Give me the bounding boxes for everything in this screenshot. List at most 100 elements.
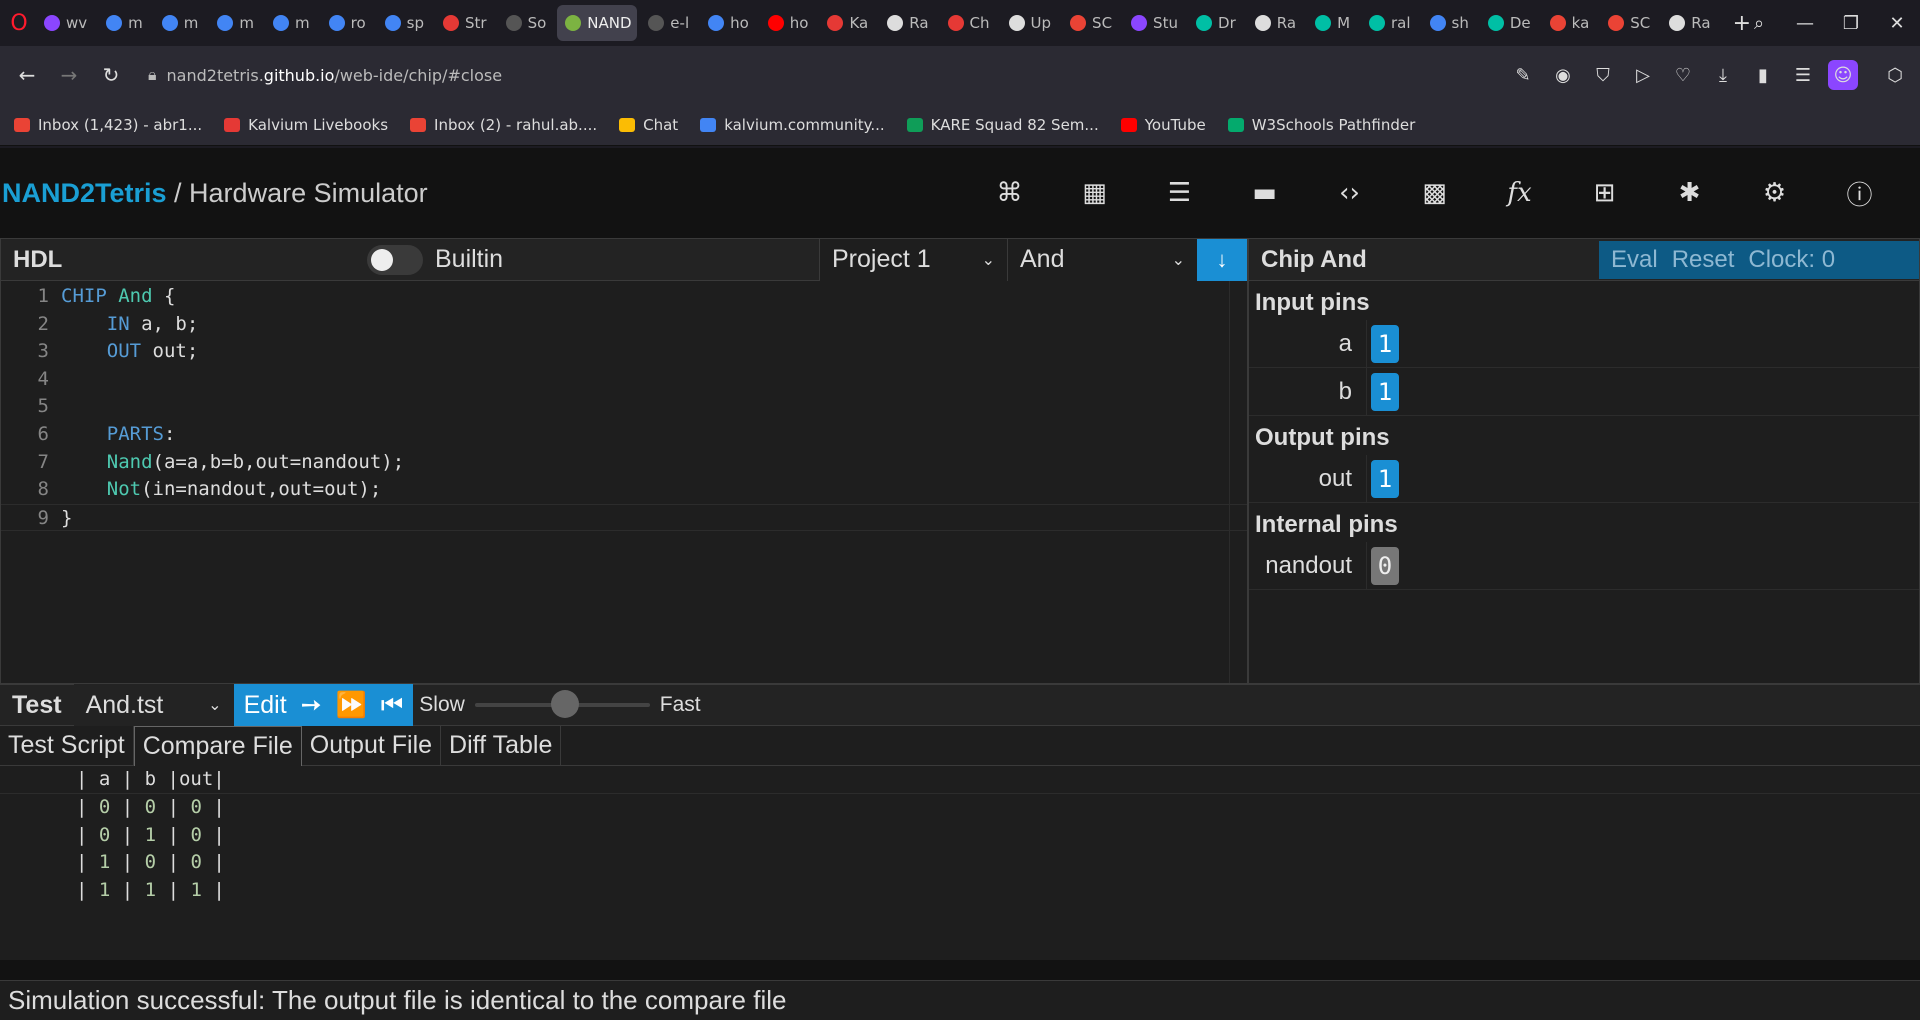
browser-tab[interactable]: Str — [435, 5, 495, 41]
eval-button[interactable]: Eval — [1611, 246, 1658, 274]
code-editor[interactable]: 1 CHIP And {2 IN a, b; 3 OUT out; 4 5 6 PARTS… — [1, 281, 1247, 532]
run-icon[interactable]: ⏩ — [336, 691, 367, 720]
browser-tab[interactable]: NAND — [557, 5, 638, 41]
test-tabs: Test Script Compare File Output File Diff T… — [0, 725, 1920, 766]
menu-icon[interactable]: ☰ — [1788, 60, 1818, 90]
browser-tab[interactable]: ka — [1542, 5, 1598, 41]
browser-tab[interactable]: Up — [1001, 5, 1060, 41]
heart-icon[interactable]: ♡ — [1668, 60, 1698, 90]
browser-tab[interactable]: ro — [321, 5, 374, 41]
edit-button[interactable]: Edit — [244, 691, 287, 720]
pin-row: b1 — [1249, 368, 1919, 416]
chip-select[interactable]: And ⌄ — [1007, 238, 1197, 281]
bookmark-item[interactable]: YouTube — [1120, 115, 1206, 134]
project-select[interactable]: Project 1 ⌄ — [819, 238, 1007, 281]
book-icon[interactable]: ⊞ — [1582, 171, 1627, 216]
bookmark-item[interactable]: KARE Squad 82 Sem... — [906, 116, 1099, 134]
browser-tab[interactable]: SC — [1600, 5, 1658, 41]
gear-icon[interactable]: ⚙ — [1752, 171, 1797, 216]
reload-button[interactable]: ↻ — [94, 58, 128, 92]
bookmark-item[interactable]: Kalvium Livebooks — [224, 116, 388, 134]
editor-scrollbar[interactable] — [1229, 281, 1247, 683]
test-file-select[interactable]: And.tst ⌄ — [73, 684, 234, 726]
compare-header: | a | b |out| — [0, 766, 1920, 794]
browser-tab[interactable]: wv — [36, 5, 95, 41]
browser-tab[interactable]: m — [98, 5, 151, 41]
browser-tab[interactable]: Ra — [1661, 5, 1718, 41]
browser-tab[interactable]: SC — [1062, 5, 1120, 41]
cpu-icon[interactable]: ▦ — [1072, 171, 1117, 216]
bookmark-item[interactable]: Chat — [619, 116, 678, 134]
browser-tab[interactable]: So — [498, 5, 555, 41]
rewind-icon[interactable]: ⏮ — [381, 691, 404, 720]
opera-logo-icon[interactable]: O — [6, 11, 32, 36]
chevron-down-icon: ⌄ — [981, 251, 995, 269]
list-icon[interactable]: ☰ — [1157, 171, 1202, 216]
test-tab[interactable]: Diff Table — [441, 725, 562, 766]
play-icon[interactable]: ▷ — [1628, 60, 1658, 90]
browser-tab[interactable]: Ra — [1247, 5, 1304, 41]
speed-slider[interactable] — [474, 690, 650, 718]
bookmark-item[interactable]: kalvium.community... — [700, 116, 885, 134]
function-icon[interactable]: fx — [1497, 171, 1542, 216]
bookmark-item[interactable]: Inbox (2) - rahul.ab.... — [410, 116, 597, 134]
edit-icon[interactable]: ✎ — [1508, 60, 1538, 90]
browser-tab[interactable]: ho — [700, 5, 757, 41]
url-field[interactable]: 🔒︎ nand2tetris.github.io/web-ide/chip/#c… — [136, 55, 1500, 95]
pin-name: out — [1249, 455, 1367, 502]
forward-button[interactable]: → — [52, 58, 86, 92]
extensions-icon[interactable]: ⬡ — [1880, 60, 1910, 90]
browser-tab[interactable]: Ka — [819, 5, 876, 41]
test-tab[interactable]: Compare File — [133, 725, 302, 766]
bookmark-item[interactable]: W3Schools Pathfinder — [1227, 116, 1415, 134]
search-tabs-icon[interactable]: ⌕ — [1736, 13, 1782, 34]
browser-tab[interactable]: m — [265, 5, 318, 41]
pin-value: 0 — [1371, 546, 1399, 585]
bookmark-item[interactable]: Inbox (1,423) - abr1... — [14, 116, 202, 134]
grid-icon[interactable]: ▩ — [1412, 171, 1457, 216]
chip-icon[interactable]: ⌘ — [987, 171, 1032, 216]
shield-icon[interactable]: ⛉ — [1588, 60, 1618, 90]
browser-tab[interactable]: De — [1480, 5, 1539, 41]
bookmark-label: YouTube — [1144, 115, 1206, 134]
browser-tab[interactable]: m — [209, 5, 262, 41]
camera-icon[interactable]: ◉ — [1548, 60, 1578, 90]
back-button[interactable]: ← — [10, 58, 44, 92]
step-icon[interactable]: ➙ — [301, 690, 322, 720]
minimize-button[interactable]: — — [1782, 13, 1828, 34]
browser-tab[interactable]: M — [1307, 5, 1358, 41]
browser-tab[interactable]: sp — [377, 5, 432, 41]
test-tab[interactable]: Output File — [302, 725, 442, 766]
info-icon[interactable]: ⓘ — [1837, 171, 1882, 216]
code-text: } — [61, 506, 73, 529]
close-window-button[interactable]: ✕ — [1874, 13, 1920, 34]
browser-tab[interactable]: Stu — [1123, 5, 1185, 41]
restore-button[interactable]: ❐ — [1828, 13, 1874, 34]
browser-tab[interactable]: ho — [760, 5, 817, 41]
pin-value[interactable]: 1 — [1371, 372, 1399, 411]
browser-tab[interactable]: m — [154, 5, 207, 41]
tab-favicon-icon — [1429, 15, 1446, 31]
browser-tab[interactable]: sh — [1422, 5, 1477, 41]
tab-favicon-icon — [648, 15, 665, 31]
browser-tab[interactable]: Ra — [879, 5, 936, 41]
reset-button[interactable]: Reset — [1672, 246, 1735, 274]
browser-tab[interactable]: Dr — [1188, 5, 1244, 41]
battery-icon[interactable]: ▮ — [1748, 60, 1778, 90]
pin-value[interactable]: 1 — [1371, 324, 1399, 363]
download-icon[interactable]: ⤓ — [1708, 60, 1738, 90]
download-button[interactable]: ↓ — [1197, 238, 1247, 281]
browser-tab[interactable]: Ch — [940, 5, 998, 41]
test-tab[interactable]: Test Script — [0, 725, 134, 766]
code-icon[interactable]: ‹› — [1327, 171, 1372, 216]
page-title: Hardware Simulator — [189, 177, 428, 208]
browser-tab[interactable]: e-l — [640, 5, 697, 41]
bug-icon[interactable]: ✱ — [1667, 171, 1712, 216]
browser-tab-label: SC — [1092, 14, 1113, 32]
bookmark-label: Inbox (1,423) - abr1... — [38, 115, 203, 134]
profile-icon[interactable]: ☺ — [1828, 60, 1858, 90]
builtin-toggle[interactable] — [367, 244, 423, 275]
laptop-icon[interactable]: ▬ — [1242, 171, 1287, 216]
brand-name[interactable]: NAND2Tetris — [2, 178, 167, 208]
browser-tab[interactable]: ral — [1361, 5, 1419, 41]
